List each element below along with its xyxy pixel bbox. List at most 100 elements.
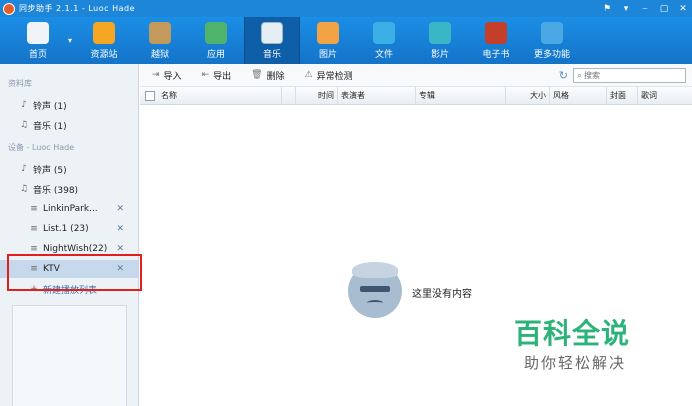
file-icon	[373, 22, 395, 44]
empty-face-icon	[348, 262, 402, 318]
bell-icon: ♪	[21, 164, 27, 174]
flag-icon[interactable]: ⚑	[602, 4, 612, 14]
column-name[interactable]: 名称	[158, 87, 282, 105]
search-box[interactable]: ⌕	[573, 68, 686, 83]
maximize-button[interactable]: ▢	[659, 4, 669, 14]
export-icon: ⇤	[201, 70, 210, 80]
toolbar-more[interactable]: 更多功能	[524, 17, 580, 64]
column-spacer	[282, 87, 296, 105]
search-input[interactable]	[584, 71, 675, 80]
remove-playlist-icon[interactable]: ✕	[116, 224, 124, 234]
music-note-icon: ♫	[19, 184, 29, 194]
playlist-icon: ≡	[30, 244, 38, 254]
close-button[interactable]: ✕	[678, 4, 688, 14]
toolbar-resource-store-label: 资源站	[90, 50, 118, 60]
window-controls: ⚑ ▾ ⎯ ▢ ✕	[602, 0, 688, 17]
toolbar-apps-label: 应用	[206, 50, 225, 60]
sidebar-item-label: 铃声 (1)	[33, 101, 67, 112]
column-cover[interactable]: 封面	[607, 87, 638, 105]
tools-icon	[541, 22, 563, 44]
refresh-icon[interactable]: ↻	[559, 69, 568, 82]
watermark-title: 百科全说	[514, 317, 631, 350]
playlist-icon: ≡	[30, 224, 38, 234]
toolbar-music-label: 音乐	[262, 50, 281, 60]
column-lyrics[interactable]: 歌词	[638, 87, 692, 105]
playlist-icon: ≡	[30, 204, 38, 214]
playlist-item[interactable]: ≡ List.1 (23) ✕	[0, 220, 138, 238]
shopping-bag-icon	[93, 22, 115, 44]
jailbreak-icon	[149, 22, 171, 44]
ebook-icon	[485, 22, 507, 44]
toolbar-music[interactable]: 音乐	[244, 17, 300, 64]
sidebar-item-label: 铃声 (5)	[33, 165, 67, 176]
column-size[interactable]: 大小	[506, 87, 550, 105]
playlist-item[interactable]: ≡ LinkinPark... ✕	[0, 200, 138, 218]
video-icon	[429, 22, 451, 44]
sidebar: 资料库 ♪ 铃声 (1) ♫ 音乐 (1) 设备 - Luoc Hade ♪ 铃…	[0, 64, 139, 406]
face-sunglasses	[360, 286, 390, 292]
toolbar-videos-label: 影片	[430, 50, 449, 60]
column-genre[interactable]: 风格	[550, 87, 607, 105]
warning-icon: ⚠	[304, 70, 313, 80]
playlist-label: List.1 (23)	[43, 224, 89, 234]
minimize-button[interactable]: ⎯	[640, 4, 650, 14]
music-note-icon: ♫	[19, 120, 29, 130]
check-button[interactable]: ⚠ 异常检测	[305, 69, 353, 82]
device-image	[12, 305, 127, 406]
photo-icon	[317, 22, 339, 44]
bell-icon: ♪	[21, 100, 27, 110]
column-artist[interactable]: 表演者	[338, 87, 416, 105]
library-section-title: 资料库	[8, 79, 32, 88]
music-icon	[261, 22, 283, 44]
import-icon: ⇥	[152, 70, 160, 80]
playlist-label: NightWish(22)	[43, 244, 108, 254]
device-section-title: 设备 - Luoc Hade	[8, 143, 75, 152]
table-header: 名称 时间 表演者 专辑 大小 风格 封面 歌词	[140, 87, 692, 105]
watermark-subtitle: 助你轻松解决	[524, 354, 627, 372]
title-bar: 同步助手 2.1.1 - Luoc Hade ⚑ ▾ ⎯ ▢ ✕	[0, 0, 692, 17]
empty-state-message: 这里没有内容	[412, 289, 472, 300]
toolbar-jailbreak-label: 越狱	[150, 50, 169, 60]
toolbar-photos-label: 图片	[318, 50, 337, 60]
playlist-label: LinkinPark...	[43, 204, 98, 214]
remove-playlist-icon[interactable]: ✕	[116, 244, 124, 254]
sidebar-item-library-ringtones[interactable]: ♪ 铃声 (1)	[0, 96, 138, 114]
dropdown-menu-icon[interactable]: ▾	[621, 4, 631, 14]
app-logo-icon	[3, 2, 15, 15]
red-highlight-box	[7, 254, 142, 291]
toolbar-ebooks[interactable]: 电子书	[468, 17, 524, 64]
sidebar-item-label: 音乐 (398)	[33, 185, 79, 196]
watermark: 百科全说 助你轻松解决	[494, 298, 666, 382]
search-icon: ⌕	[577, 70, 583, 81]
export-button[interactable]: ⇤ 导出	[202, 69, 232, 82]
toolbar-ebooks-label: 电子书	[482, 50, 510, 60]
face-mouth	[367, 300, 383, 306]
column-album[interactable]: 专辑	[416, 87, 506, 105]
toolbar-home[interactable]: 首页 ▾	[0, 17, 76, 64]
main-toolbar: 首页 ▾ 资源站 越狱 应用 音乐 图片 文件 影片 电子书 更多功能	[0, 17, 692, 64]
toolbar-jailbreak[interactable]: 越狱	[132, 17, 188, 64]
sidebar-item-device-ringtones[interactable]: ♪ 铃声 (5)	[0, 160, 138, 178]
delete-label: 删除	[266, 71, 285, 82]
chevron-down-icon[interactable]: ▾	[68, 36, 72, 45]
trash-icon: 🗑	[251, 70, 263, 80]
toolbar-files-label: 文件	[374, 50, 393, 60]
face-hair	[352, 262, 398, 278]
check-label: 异常检测	[316, 71, 353, 82]
export-label: 导出	[213, 71, 232, 82]
delete-button[interactable]: 🗑 删除	[251, 69, 284, 82]
toolbar-resource-store[interactable]: 资源站	[76, 17, 132, 64]
toolbar-apps[interactable]: 应用	[188, 17, 244, 64]
sidebar-item-device-music[interactable]: ♫ 音乐 (398)	[0, 180, 138, 198]
toolbar-photos[interactable]: 图片	[300, 17, 356, 64]
column-time[interactable]: 时间	[296, 87, 338, 105]
sidebar-item-library-music[interactable]: ♫ 音乐 (1)	[0, 116, 138, 134]
remove-playlist-icon[interactable]: ✕	[116, 204, 124, 214]
import-button[interactable]: ⇥ 导入	[152, 69, 182, 82]
select-all-checkbox[interactable]	[145, 91, 155, 101]
toolbar-videos[interactable]: 影片	[412, 17, 468, 64]
action-bar: ⇥ 导入 ⇤ 导出 🗑 删除 ⚠ 异常检测 ↻ ⌕	[140, 64, 692, 87]
toolbar-files[interactable]: 文件	[356, 17, 412, 64]
home-icon	[27, 22, 49, 44]
toolbar-home-label: 首页	[28, 50, 47, 60]
